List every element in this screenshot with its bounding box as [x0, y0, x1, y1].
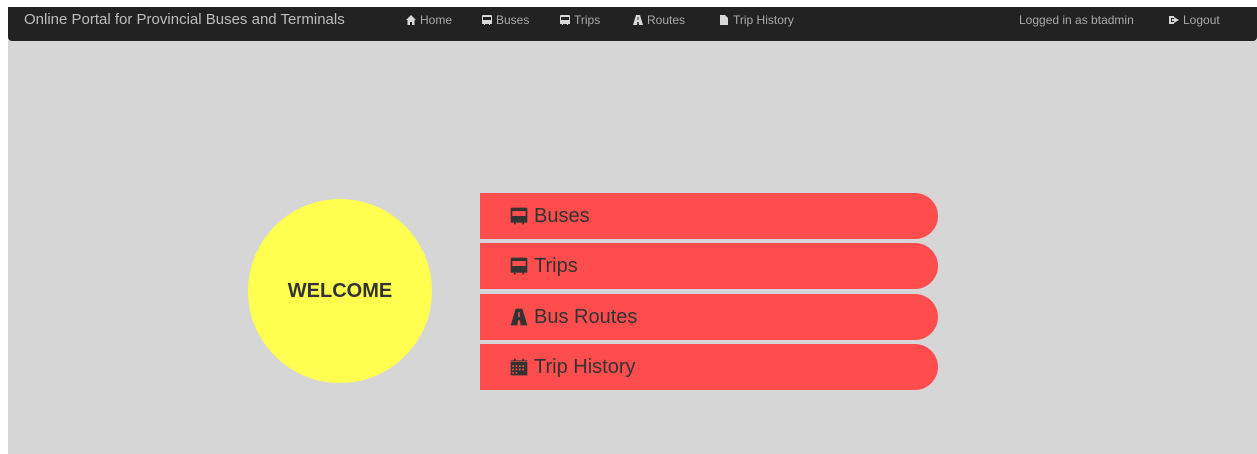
nav-trip-history[interactable]: Trip History	[718, 13, 794, 27]
menu-bus-routes-button[interactable]: Bus Routes	[480, 294, 938, 340]
nav-buses-label: Buses	[496, 13, 530, 27]
logout-icon	[1169, 16, 1179, 24]
nav-buses[interactable]: Buses	[481, 13, 529, 27]
bus-icon	[510, 207, 528, 225]
home-icon	[406, 15, 416, 25]
logged-in-text: Logged in as btadmin	[1019, 13, 1134, 27]
road-icon	[633, 15, 643, 25]
menu-trip-history-label: Trip History	[534, 355, 636, 378]
brand-link[interactable]: Online Portal for Provincial Buses and T…	[24, 11, 345, 28]
calendar-icon	[510, 358, 528, 376]
menu-trips-label: Trips	[534, 254, 578, 277]
bus-icon	[482, 15, 492, 25]
welcome-text: WELCOME	[287, 279, 393, 302]
nav-routes-label: Routes	[647, 13, 686, 27]
nav-logout[interactable]: Logout	[1168, 13, 1220, 27]
nav-home-label: Home	[420, 13, 453, 27]
nav-logout-label: Logout	[1183, 13, 1220, 27]
top-navbar: Online Portal for Provincial Buses and T…	[8, 7, 1257, 41]
welcome-circle: WELCOME	[248, 199, 432, 383]
nav-routes[interactable]: Routes	[632, 13, 685, 27]
nav-trips[interactable]: Trips	[559, 13, 600, 27]
road-icon	[510, 308, 528, 326]
bus-icon	[560, 15, 570, 25]
nav-trip-history-label: Trip History	[733, 13, 794, 27]
page-background: Online Portal for Provincial Buses and T…	[8, 7, 1257, 454]
menu-buses-button[interactable]: Buses	[480, 193, 938, 239]
nav-home[interactable]: Home	[405, 13, 452, 27]
menu-buses-label: Buses	[534, 204, 590, 227]
nav-trips-label: Trips	[574, 13, 601, 27]
menu-bus-routes-label: Bus Routes	[534, 305, 638, 328]
menu-trips-button[interactable]: Trips	[480, 243, 938, 289]
menu-trip-history-button[interactable]: Trip History	[480, 344, 938, 390]
bus-icon	[510, 257, 528, 275]
file-icon	[720, 15, 728, 25]
